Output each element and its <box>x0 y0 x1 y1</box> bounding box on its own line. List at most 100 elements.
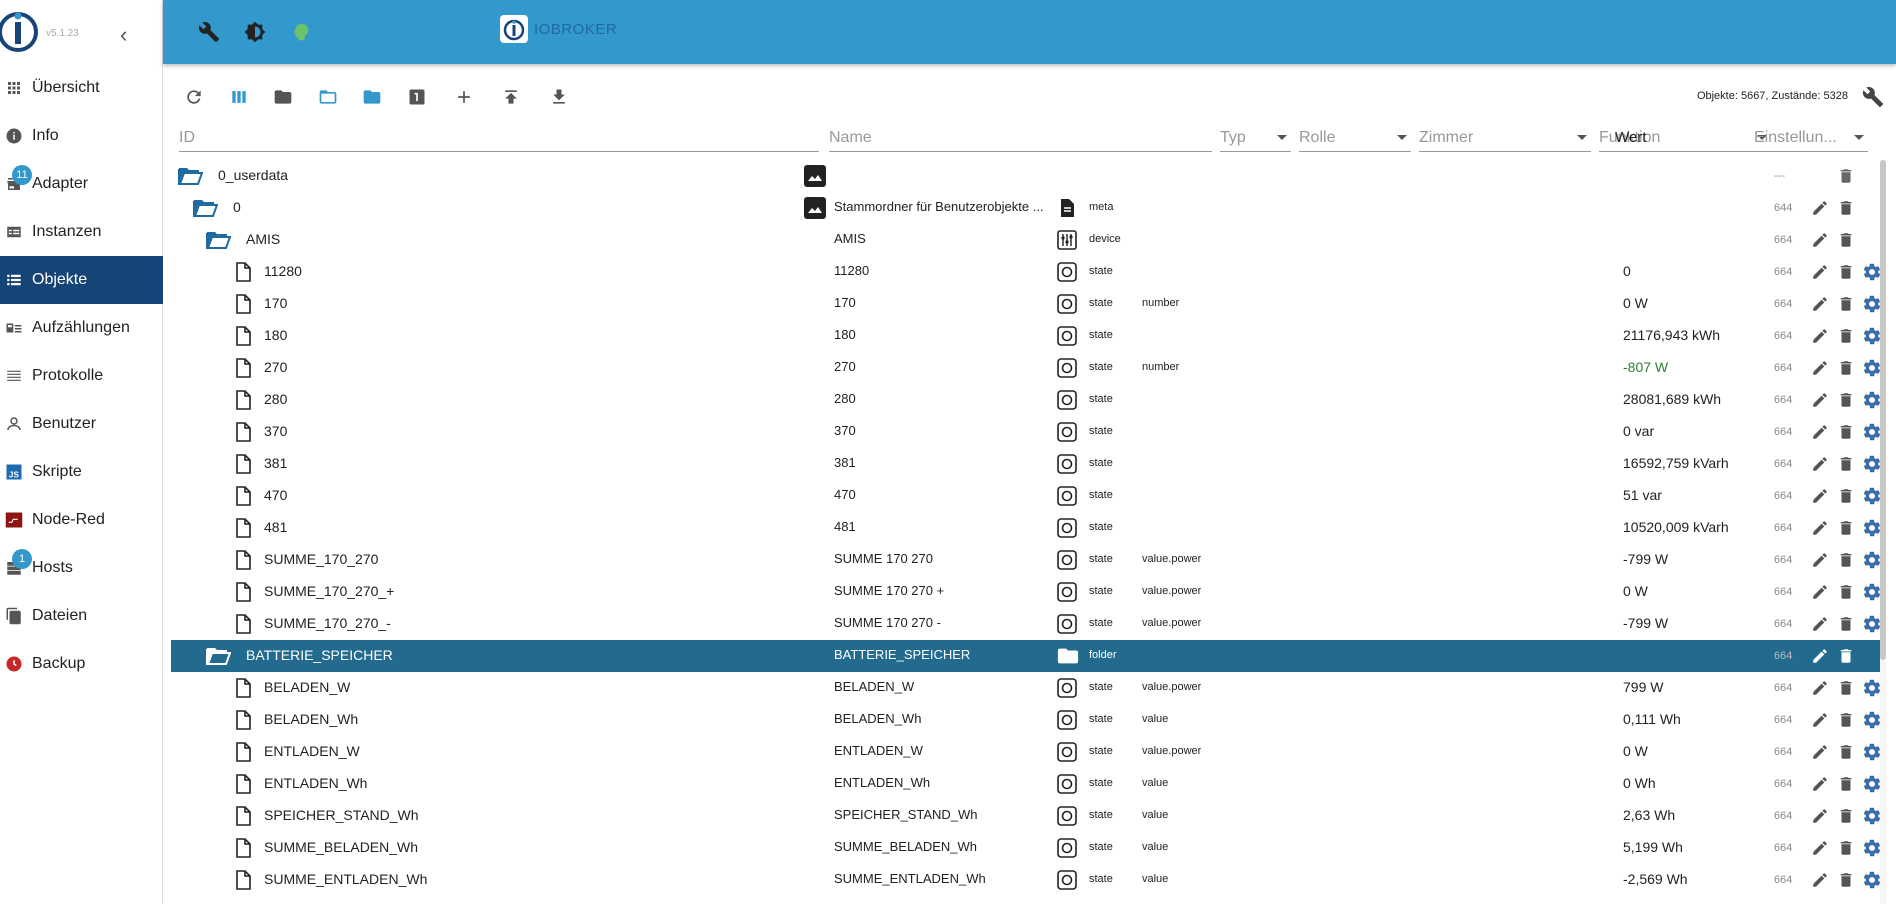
acl-rights[interactable]: 664 <box>1774 810 1798 822</box>
edit-icon[interactable] <box>1809 869 1831 891</box>
file-icon[interactable] <box>235 710 251 733</box>
acl-rights[interactable]: 664 <box>1774 298 1798 310</box>
collapse-sidebar-button[interactable]: ‹ <box>120 22 127 48</box>
tree-row[interactable]: SPEICHER_STAND_Wh SPEICHER_STAND_Wh state v… <box>171 800 1884 832</box>
acl-rights[interactable]: 664 <box>1774 458 1798 470</box>
image-icon[interactable] <box>804 165 826 187</box>
acl-rights[interactable]: 664 <box>1774 234 1798 246</box>
delete-icon[interactable] <box>1835 293 1857 315</box>
plus-icon[interactable] <box>451 84 477 110</box>
file-icon[interactable] <box>235 358 251 381</box>
columns-icon[interactable] <box>226 84 252 110</box>
file-icon[interactable] <box>235 870 251 893</box>
tree-row[interactable]: SUMME_ENTLADEN_Wh SUMME_ENTLADEN_Wh state v… <box>171 864 1884 896</box>
edit-icon[interactable] <box>1809 357 1831 379</box>
delete-icon[interactable] <box>1835 421 1857 443</box>
delete-icon[interactable] <box>1835 709 1857 731</box>
object-value[interactable]: 10520,009 kVarh <box>1623 519 1743 535</box>
acl-rights[interactable]: 664 <box>1774 746 1798 758</box>
tree-row[interactable]: 270 270 state number -807 W 664 <box>171 352 1884 384</box>
delete-icon[interactable] <box>1835 165 1857 187</box>
type-filter-select[interactable]: Typ <box>1220 122 1291 152</box>
delete-icon[interactable] <box>1835 677 1857 699</box>
delete-icon[interactable] <box>1835 869 1857 891</box>
delete-icon[interactable] <box>1835 645 1857 667</box>
sidebar-item-info[interactable]: Info <box>0 112 163 160</box>
object-value[interactable]: -2,569 Wh <box>1623 871 1743 887</box>
iobroker-logo[interactable] <box>0 6 42 56</box>
role-filter-select[interactable]: Rolle <box>1299 122 1411 152</box>
delete-icon[interactable] <box>1835 229 1857 251</box>
file-icon[interactable] <box>235 774 251 797</box>
sidebar-item-skripte[interactable]: JS Skripte <box>0 448 163 496</box>
folder-open-icon[interactable] <box>177 165 204 190</box>
edit-icon[interactable] <box>1809 485 1831 507</box>
delete-icon[interactable] <box>1835 613 1857 635</box>
sidebar-item-objekte[interactable]: Objekte <box>0 256 163 304</box>
tree-row[interactable]: 481 481 state 10520,009 kVarh 664 <box>171 512 1884 544</box>
file-icon[interactable] <box>235 390 251 413</box>
object-value[interactable]: 2,63 Wh <box>1623 807 1743 823</box>
acl-rights[interactable]: 664 <box>1774 490 1798 502</box>
tree-row[interactable]: ENTLADEN_W ENTLADEN_W state value.power 0 W6… <box>171 736 1884 768</box>
looks-one-icon[interactable] <box>404 84 430 110</box>
file-icon[interactable] <box>235 678 251 701</box>
upload-icon[interactable] <box>498 84 524 110</box>
edit-icon[interactable] <box>1809 581 1831 603</box>
delete-icon[interactable] <box>1835 805 1857 827</box>
edit-icon[interactable] <box>1809 709 1831 731</box>
acl-rights[interactable]: 664 <box>1774 362 1798 374</box>
file-icon[interactable] <box>235 518 251 541</box>
brightness-icon[interactable] <box>241 18 269 46</box>
expert-mode-icon[interactable] <box>287 18 315 46</box>
sidebar-item-dateien[interactable]: Dateien <box>0 592 163 640</box>
acl-rights[interactable]: 664 <box>1774 554 1798 566</box>
tree-row[interactable]: AMIS AMIS device 664 <box>171 224 1884 256</box>
object-value[interactable]: 0 W <box>1623 583 1743 599</box>
delete-icon[interactable] <box>1835 517 1857 539</box>
file-icon[interactable] <box>235 742 251 765</box>
scrollbar-thumb[interactable] <box>1880 160 1886 660</box>
folder-open-icon[interactable] <box>192 197 219 222</box>
folder-closed-icon[interactable] <box>270 84 296 110</box>
folder-open-icon[interactable] <box>205 229 232 254</box>
edit-icon[interactable] <box>1809 645 1831 667</box>
sidebar-item-adapter[interactable]: Adapter 11 <box>0 160 163 208</box>
tree-row[interactable]: BELADEN_W BELADEN_W state value.power 799 W6… <box>171 672 1884 704</box>
tree-row[interactable]: SUMME_BELADEN_Wh SUMME_BELADEN_Wh state val… <box>171 832 1884 864</box>
object-value[interactable]: 799 W <box>1623 679 1743 695</box>
folder-open-icon[interactable] <box>315 84 341 110</box>
acl-rights[interactable]: 664 <box>1774 682 1798 694</box>
object-value[interactable]: 0 W <box>1623 743 1743 759</box>
tree-row[interactable]: SUMME_170_270_- SUMME 170 270 - state value… <box>171 608 1884 640</box>
tree-row[interactable]: 370 370 state 0 var 664 <box>171 416 1884 448</box>
file-icon[interactable] <box>235 326 251 349</box>
tree-row[interactable]: 170 170 state number 0 W 664 <box>171 288 1884 320</box>
id-filter-input[interactable]: ID <box>179 122 819 152</box>
object-value[interactable]: 0,111 Wh <box>1623 711 1743 727</box>
sidebar-item-übersicht[interactable]: Übersicht <box>0 64 163 112</box>
acl-rights[interactable]: 664 <box>1774 522 1798 534</box>
object-value[interactable]: 16592,759 kVarh <box>1623 455 1743 471</box>
acl-rights[interactable]: 664 <box>1774 586 1798 598</box>
object-value[interactable]: -799 W <box>1623 615 1743 631</box>
delete-icon[interactable] <box>1835 357 1857 379</box>
object-value[interactable]: 0 <box>1623 263 1743 279</box>
edit-icon[interactable] <box>1809 197 1831 219</box>
edit-icon[interactable] <box>1809 229 1831 251</box>
acl-rights[interactable]: 664 <box>1774 778 1798 790</box>
tree-row[interactable]: 280 280 state 28081,689 kWh 664 <box>171 384 1884 416</box>
edit-icon[interactable] <box>1809 741 1831 763</box>
file-icon[interactable] <box>235 614 251 637</box>
name-filter-input[interactable]: Name <box>829 122 1212 152</box>
delete-icon[interactable] <box>1835 773 1857 795</box>
sidebar-item-hosts[interactable]: Hosts 1 <box>0 544 163 592</box>
tree-row[interactable]: 0_userdata --- <box>171 160 1884 192</box>
file-icon[interactable] <box>235 550 251 573</box>
delete-icon[interactable] <box>1835 197 1857 219</box>
acl-rights[interactable]: 664 <box>1774 714 1798 726</box>
file-icon[interactable] <box>235 582 251 605</box>
edit-icon[interactable] <box>1809 837 1831 859</box>
object-value[interactable]: -807 W <box>1623 359 1743 375</box>
delete-icon[interactable] <box>1835 485 1857 507</box>
